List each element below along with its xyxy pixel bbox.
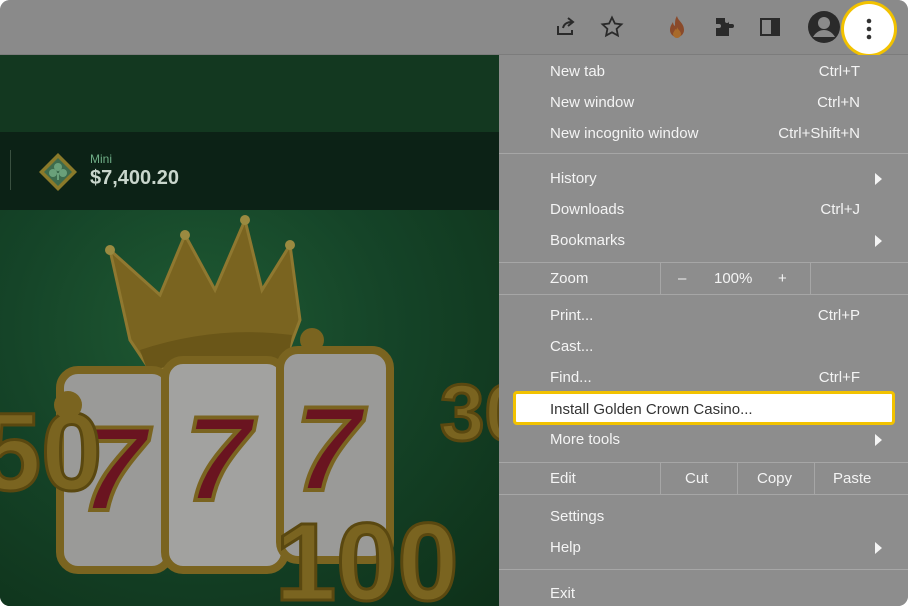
menu-item-help[interactable]: Help (499, 532, 908, 563)
menu-item-find[interactable]: Find... Ctrl+F (499, 362, 908, 393)
print-shortcut: Ctrl+P (817, 307, 860, 324)
downloads-label: Downloads (550, 201, 625, 218)
zoom-out-button[interactable]: – (678, 270, 686, 287)
jackpot-label: Mini (90, 152, 113, 166)
clover-diamond-icon (39, 153, 77, 191)
browser-window: Mini $7,400.20 7 7 7 100 50 30 (0, 0, 908, 606)
cut-label: Cut (685, 470, 709, 487)
exit-label: Exit (550, 585, 576, 602)
menu-item-install-app[interactable]: Install Golden Crown Casino... (513, 391, 895, 425)
zoom-label: Zoom (550, 270, 589, 287)
menu-item-history[interactable]: History (499, 163, 908, 194)
bookmarks-label: Bookmarks (550, 232, 626, 249)
zoom-in-button[interactable]: + (778, 270, 787, 287)
new-incognito-shortcut: Ctrl+Shift+N (778, 125, 860, 142)
new-window-label: New window (550, 94, 635, 111)
more-tools-label: More tools (550, 431, 621, 448)
menu-item-more-tools[interactable]: More tools (499, 424, 908, 455)
new-window-shortcut: Ctrl+N (817, 94, 860, 111)
jackpot-divider (10, 150, 11, 190)
cast-label: Cast... (550, 338, 594, 355)
browser-context-menu: New tab Ctrl+T New window Ctrl+N New inc… (499, 55, 908, 606)
find-label: Find... (550, 369, 592, 386)
browser-toolbar (0, 0, 908, 55)
more-menu-button[interactable] (844, 4, 894, 54)
help-label: Help (550, 539, 581, 556)
jackpot-bar: Mini $7,400.20 (0, 132, 499, 210)
star-icon[interactable] (597, 12, 627, 42)
puzzle-extensions-icon[interactable] (709, 12, 739, 42)
edit-label: Edit (550, 470, 576, 487)
slot-machine-illustration: 7 7 7 100 50 30 (0, 215, 499, 606)
fire-extension-icon[interactable] (662, 12, 692, 42)
menu-item-downloads[interactable]: Downloads Ctrl+J (499, 194, 908, 225)
side-panel-icon[interactable] (755, 12, 785, 42)
submenu-arrow-icon (875, 542, 882, 554)
page-header-band (0, 55, 499, 132)
menu-item-print[interactable]: Print... Ctrl+P (499, 300, 908, 331)
new-tab-label: New tab (550, 63, 606, 80)
menu-item-cast[interactable]: Cast... (499, 331, 908, 362)
share-icon[interactable] (551, 12, 581, 42)
menu-row-edit: Edit Cut Copy Paste (499, 463, 908, 494)
menu-separator (499, 494, 908, 495)
submenu-arrow-icon (875, 173, 882, 185)
svg-text:30: 30 (440, 368, 499, 457)
slot-hero-image: 7 7 7 100 50 30 (0, 210, 499, 606)
submenu-arrow-icon (875, 235, 882, 247)
zoom-level: 100% (714, 270, 753, 287)
cut-button[interactable]: Cut (660, 463, 738, 494)
find-shortcut: Ctrl+F (818, 369, 860, 386)
svg-text:100: 100 (275, 501, 459, 606)
submenu-arrow-icon (875, 434, 882, 446)
menu-row-zoom: Zoom – 100% + (499, 263, 908, 294)
menu-item-new-tab[interactable]: New tab Ctrl+T (499, 56, 908, 87)
menu-separator (499, 153, 908, 154)
menu-separator (499, 569, 908, 570)
svg-text:7: 7 (295, 382, 367, 516)
webpage-content: Mini $7,400.20 7 7 7 100 50 30 (0, 55, 499, 606)
jackpot-value: $7,400.20 (90, 167, 179, 189)
paste-label: Paste (833, 470, 872, 487)
paste-button[interactable]: Paste (814, 463, 908, 494)
settings-label: Settings (550, 508, 605, 525)
menu-separator (499, 294, 908, 295)
menu-item-new-incognito-window[interactable]: New incognito window Ctrl+Shift+N (499, 118, 908, 149)
downloads-shortcut: Ctrl+J (820, 201, 860, 218)
menu-item-exit[interactable]: Exit (499, 578, 908, 606)
menu-item-bookmarks[interactable]: Bookmarks (499, 225, 908, 256)
menu-item-settings[interactable]: Settings (499, 501, 908, 532)
profile-avatar-icon[interactable] (807, 10, 841, 44)
zoom-controls: – 100% + (660, 263, 811, 294)
svg-text:7: 7 (185, 392, 257, 526)
print-label: Print... (550, 307, 594, 324)
copy-button[interactable]: Copy (737, 463, 815, 494)
menu-item-new-window[interactable]: New window Ctrl+N (499, 87, 908, 118)
new-incognito-label: New incognito window (550, 125, 699, 142)
history-label: History (550, 170, 597, 187)
install-app-label: Install Golden Crown Casino... (550, 401, 753, 418)
svg-text:50: 50 (0, 391, 102, 514)
new-tab-shortcut: Ctrl+T (818, 63, 860, 80)
more-menu-kebab-icon (866, 18, 872, 40)
copy-label: Copy (757, 470, 793, 487)
fullscreen-button[interactable] (810, 263, 908, 294)
